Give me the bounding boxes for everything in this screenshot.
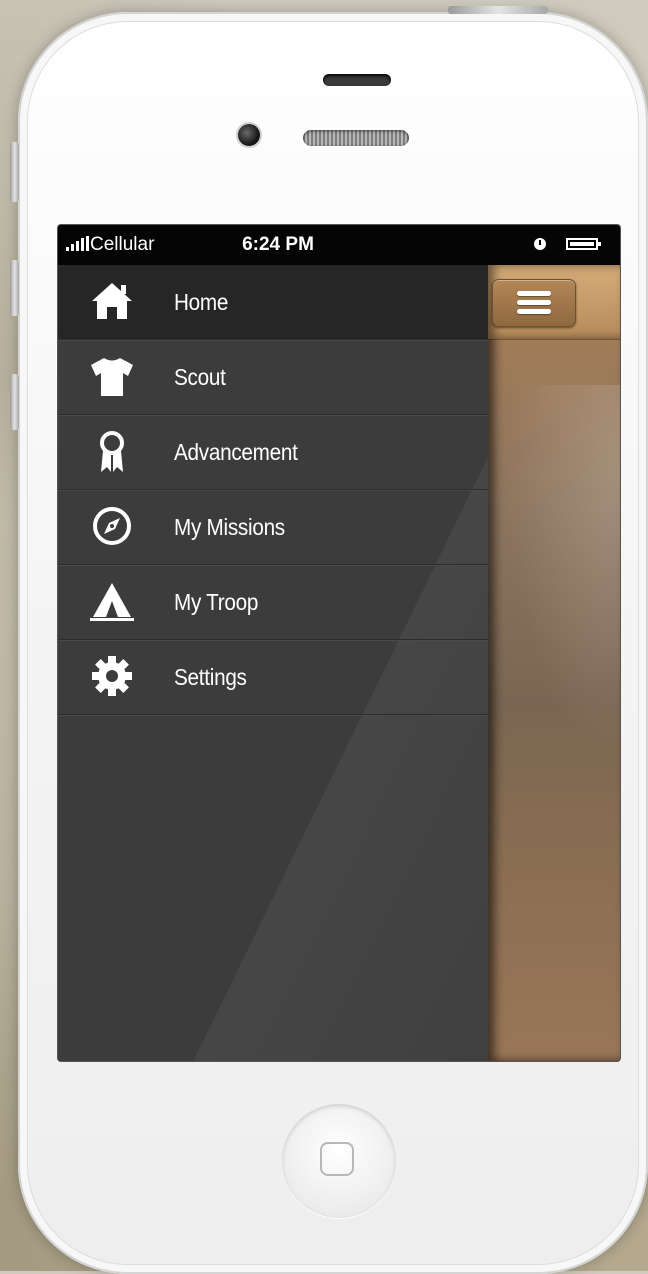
mute-switch bbox=[10, 142, 19, 202]
home-button-square-icon bbox=[320, 1142, 354, 1176]
menu-label-scout: Scout bbox=[174, 364, 226, 390]
side-menu: Home Scout Advancement My Missions My Tr… bbox=[58, 265, 488, 715]
tent-icon bbox=[90, 579, 134, 623]
volume-up-button bbox=[10, 260, 19, 316]
menu-item-my-missions[interactable]: My Missions bbox=[58, 490, 488, 565]
home-button[interactable] bbox=[282, 1104, 396, 1218]
menu-item-settings[interactable]: Settings bbox=[58, 640, 488, 715]
menu-toggle-button[interactable] bbox=[492, 279, 576, 327]
battery-icon bbox=[566, 238, 601, 250]
menu-label-my-troop: My Troop bbox=[174, 589, 259, 615]
menu-label-settings: Settings bbox=[174, 664, 247, 690]
background-mountain-image bbox=[488, 385, 620, 805]
menu-item-home[interactable]: Home bbox=[58, 265, 488, 340]
home-icon bbox=[90, 279, 134, 323]
phone-screen: Cellular 6:24 PM Home Scout Advancement … bbox=[58, 225, 620, 1061]
main-content-panel[interactable] bbox=[488, 265, 620, 1061]
volume-down-button bbox=[10, 374, 19, 430]
sleep-button bbox=[448, 6, 548, 14]
menu-item-scout[interactable]: Scout bbox=[58, 340, 488, 415]
earpiece-top bbox=[323, 74, 391, 86]
alarm-clock-icon bbox=[534, 238, 546, 250]
front-camera bbox=[238, 124, 260, 146]
menu-item-my-troop[interactable]: My Troop bbox=[58, 565, 488, 640]
compass-icon bbox=[90, 504, 134, 548]
speaker-grille bbox=[303, 130, 409, 146]
menu-label-advancement: Advancement bbox=[174, 439, 298, 465]
side-menu-drawer: Home Scout Advancement My Missions My Tr… bbox=[58, 265, 488, 1061]
menu-label-home: Home bbox=[174, 289, 229, 315]
gear-icon bbox=[90, 654, 134, 698]
ribbon-award-icon bbox=[90, 429, 134, 473]
status-time: 6:24 PM bbox=[242, 234, 314, 255]
shirt-icon bbox=[90, 354, 134, 398]
menu-item-advancement[interactable]: Advancement bbox=[58, 415, 488, 490]
menu-label-my-missions: My Missions bbox=[174, 514, 285, 540]
status-bar: Cellular 6:24 PM bbox=[58, 225, 620, 265]
